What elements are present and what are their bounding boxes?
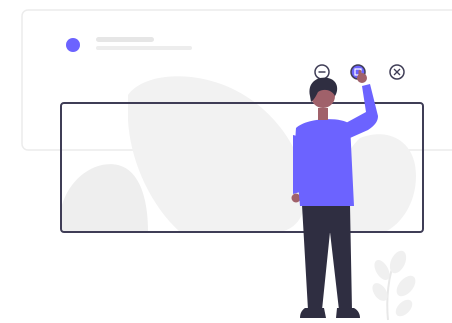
minimize-button[interactable] [314,64,330,80]
person-legs [302,205,352,310]
person-shoe-left [300,308,326,318]
header-dot [66,38,80,52]
header-placeholder-line-long [96,37,154,42]
person-finger [358,70,362,78]
illustration-scene [0,0,452,323]
illustration-svg [21,9,452,321]
background-blob-left [62,164,148,232]
person-neck [318,108,328,120]
plant-icon [372,250,416,321]
person-torso [295,119,354,206]
person-shoe-right [336,308,360,318]
header-placeholder-line-short [96,46,192,50]
close-button[interactable] [389,64,405,80]
